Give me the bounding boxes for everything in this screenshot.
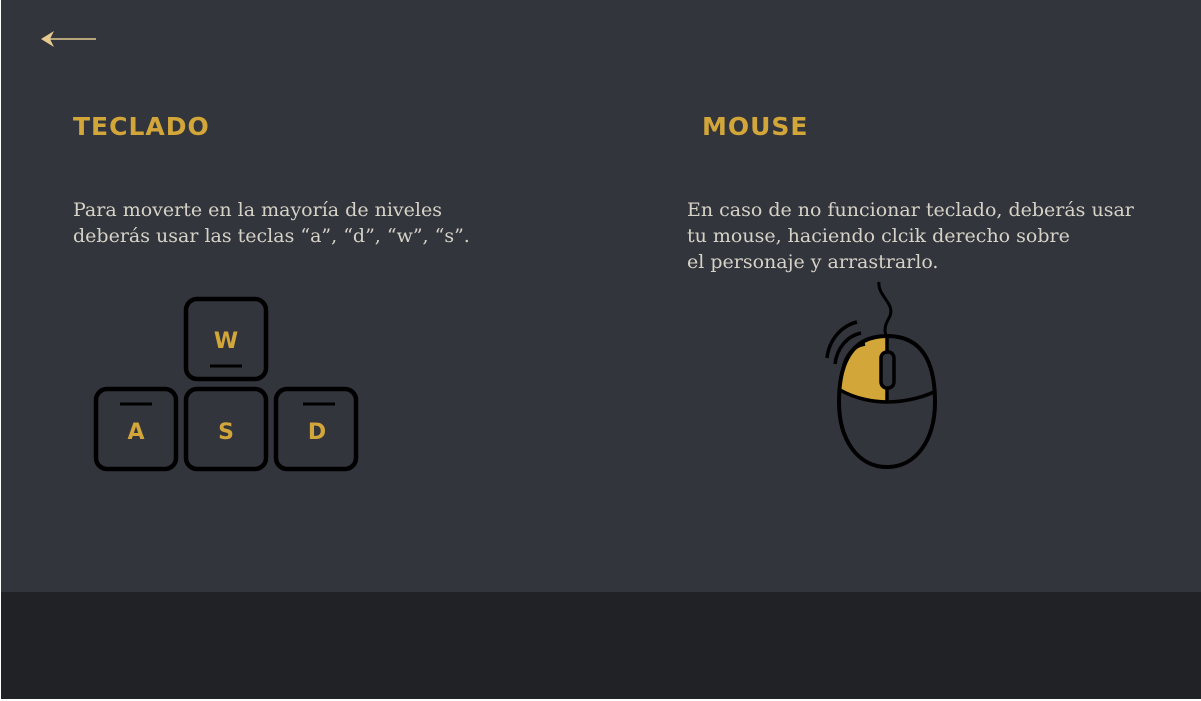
footer-bar [1, 592, 1201, 699]
mouse-description-line: En caso de no funcionar teclado, deberás… [687, 199, 1134, 221]
key-d-label: D [308, 420, 326, 445]
back-button[interactable] [37, 26, 101, 52]
keyboard-description-line: Para moverte en la mayoría de niveles [73, 199, 442, 221]
key-w-label: W [214, 329, 238, 354]
mouse-description-line: el personaje y arrastrarlo. [687, 251, 939, 273]
keyboard-description: Para moverte en la mayoría de niveles de… [73, 197, 470, 249]
keyboard-description-line: deberás usar las teclas “a”, “d”, “w”, “… [73, 225, 470, 247]
arrow-left-icon [41, 31, 96, 47]
mouse-title: MOUSE [702, 112, 809, 141]
keyboard-title: TECLADO [73, 112, 210, 141]
wasd-keys-icon: W A S D [93, 296, 359, 472]
mouse-description: En caso de no funcionar teclado, deberás… [687, 197, 1134, 275]
key-s: S [183, 386, 269, 472]
instructions-panel: TECLADO Para moverte en la mayoría de ni… [1, 0, 1201, 592]
key-d: D [273, 386, 359, 472]
key-a-label: A [127, 420, 144, 445]
mouse-left-click-icon [825, 281, 938, 470]
key-s-label: S [218, 420, 234, 445]
key-w: W [183, 296, 269, 382]
mouse-description-line: tu mouse, haciendo clcik derecho sobre [687, 225, 1070, 247]
key-a: A [93, 386, 179, 472]
